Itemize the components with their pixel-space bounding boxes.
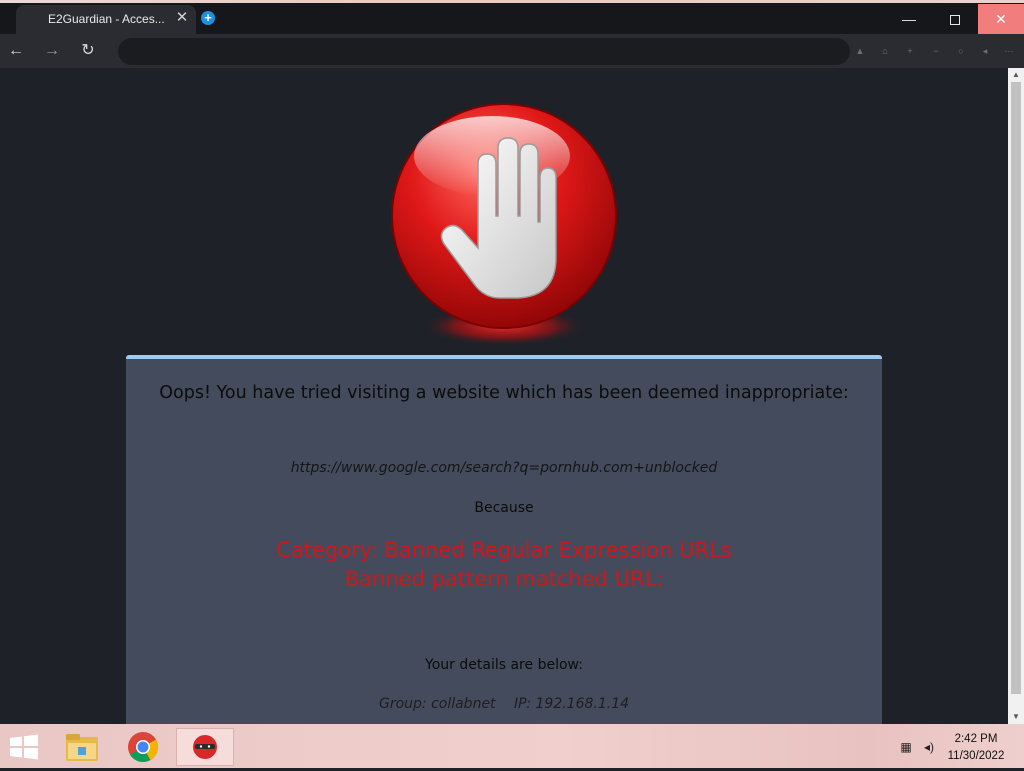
chrome-icon (128, 732, 158, 763)
circle-icon[interactable]: ○ (956, 46, 966, 56)
page-scrollbar[interactable]: ▲ ▼ (1008, 68, 1024, 724)
taskbar (0, 724, 1024, 768)
title-bar-accent (0, 0, 1024, 3)
because-label: Because (474, 500, 534, 516)
add-icon[interactable]: + (905, 46, 915, 56)
ip-value: IP: 192.168.1.14 (514, 696, 630, 712)
browser-toolbar: ← → ↻ ▲ ⌂ + − ○ ◂ ⋯ (0, 34, 1024, 68)
file-explorer-button[interactable] (53, 728, 111, 766)
details-title: Your details are below: (425, 657, 583, 673)
e2guardian-taskbar-button[interactable] (176, 728, 234, 766)
blocked-url: https://www.google.com/search?q=pornhub.… (290, 460, 718, 476)
home-icon[interactable]: ⌂ (880, 46, 890, 56)
back-button[interactable]: ← (4, 39, 28, 63)
scroll-thumb[interactable] (1011, 82, 1021, 694)
tab-close-icon[interactable]: ✕ (174, 10, 190, 26)
speaker-icon[interactable]: ◂ (980, 46, 990, 56)
stop-hand-icon (391, 103, 617, 346)
chrome-taskbar-button[interactable] (114, 728, 172, 766)
windows-start-icon[interactable] (8, 734, 40, 760)
reason-category: Category: Banned Regular Expression URLs (276, 538, 732, 562)
group-value: Group: collabnet (378, 696, 496, 712)
block-message-panel: Oops! You have tried visiting a website … (126, 355, 882, 724)
minimize-button[interactable]: — (886, 4, 932, 34)
network-icon[interactable]: ▦ (898, 740, 914, 754)
scroll-up-icon[interactable]: ▲ (1008, 68, 1024, 82)
extension-icon[interactable]: ▲ (855, 46, 865, 56)
volume-icon[interactable]: ◂) (921, 740, 937, 754)
block-headline: Oops! You have tried visiting a website … (159, 383, 849, 403)
forward-button[interactable]: → (40, 39, 64, 63)
remove-icon[interactable]: − (931, 46, 941, 56)
scroll-down-icon[interactable]: ▼ (1008, 710, 1024, 724)
reload-button[interactable]: ↻ (76, 39, 100, 63)
details-line: Group: collabnet IP: 192.168.1.14 (126, 696, 882, 712)
clock-time[interactable]: 2:42 PM (938, 733, 1014, 745)
close-window-button[interactable]: ✕ (978, 4, 1024, 34)
maximize-icon (950, 15, 960, 26)
browser-tab[interactable]: E2Guardian - Acces... (16, 5, 196, 34)
tab-title: E2Guardian - Acces... (48, 12, 165, 26)
maximize-button[interactable] (932, 4, 978, 34)
folder-icon (66, 734, 98, 761)
reason-pattern: Banned pattern matched URL: (344, 567, 664, 591)
more-icon[interactable]: ⋯ (1004, 46, 1014, 56)
new-tab-icon[interactable]: + (201, 11, 215, 25)
ninja-mask-icon (193, 735, 217, 759)
title-bar: E2Guardian - Acces... ✕ + — ✕ (0, 0, 1024, 34)
page-viewport: Oops! You have tried visiting a website … (0, 68, 1008, 724)
address-bar[interactable] (118, 38, 850, 65)
clock-date[interactable]: 11/30/2022 (938, 750, 1014, 762)
block-reason: Category: Banned Regular Expression URLs… (126, 536, 882, 594)
